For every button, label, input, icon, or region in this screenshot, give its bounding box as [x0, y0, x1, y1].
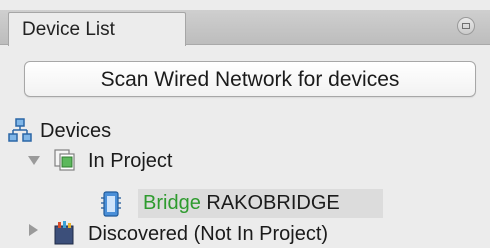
bridge-device-icon: [101, 191, 121, 217]
bridge-name: Bridge: [143, 192, 201, 214]
scan-button-label: Scan Wired Network for devices: [100, 68, 400, 91]
device-list-panel: Device List Scan Wired Network for devic…: [0, 0, 490, 248]
tab-device-list-label: Device List: [22, 19, 115, 40]
bridge-id: RAKOBRIDGE: [206, 192, 340, 214]
discovered-icon: [54, 221, 74, 245]
tree-item-bridge[interactable]: Bridge RAKOBRIDGE: [143, 191, 340, 215]
expand-triangle-icon[interactable]: [28, 156, 40, 165]
network-icon: [8, 118, 32, 142]
tree-item-discovered[interactable]: Discovered (Not In Project): [88, 222, 328, 246]
project-icon: [54, 149, 75, 171]
panel-menu-icon[interactable]: [457, 17, 475, 35]
scan-wired-network-button[interactable]: Scan Wired Network for devices: [24, 61, 476, 97]
tree-item-in-project[interactable]: In Project: [88, 149, 172, 173]
collapse-triangle-icon[interactable]: [29, 224, 38, 236]
tree-root-devices[interactable]: Devices: [40, 119, 111, 143]
